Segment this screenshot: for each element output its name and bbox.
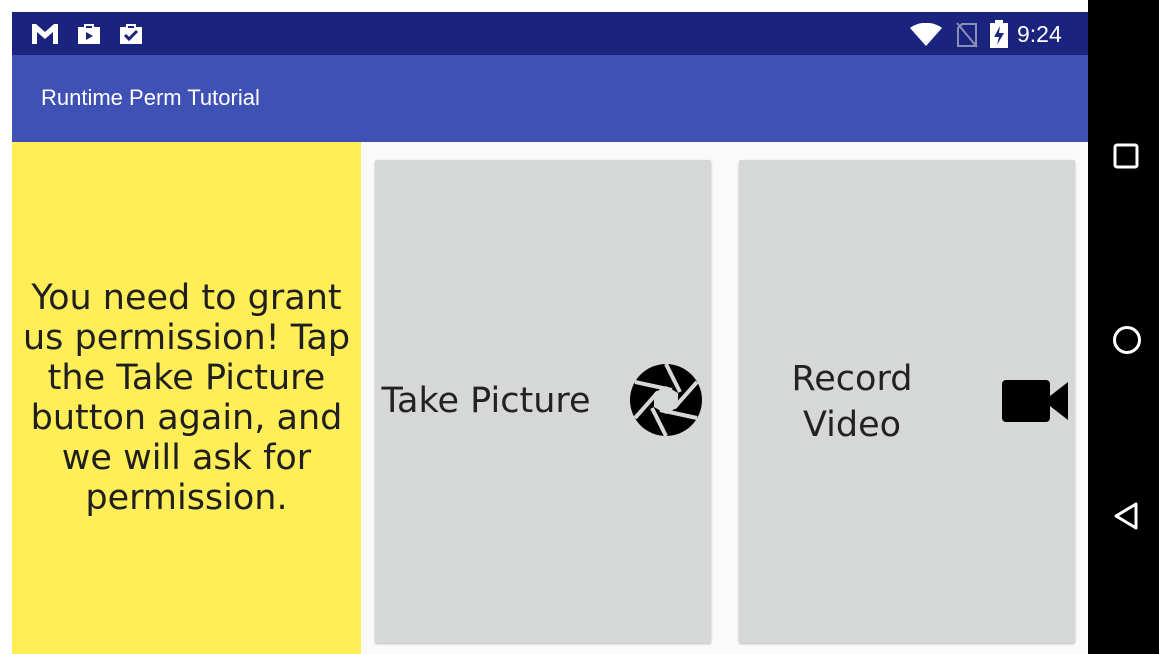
device-screen: 9:24 Runtime Perm Tutorial You need to g… — [12, 12, 1088, 654]
permission-message-panel: You need to grant us permission! Tap the… — [12, 142, 361, 654]
gmail-icon — [32, 24, 58, 44]
status-bar: 9:24 — [12, 12, 1088, 55]
home-circle-icon[interactable] — [1112, 325, 1142, 355]
record-video-button[interactable]: Record Video — [739, 160, 1075, 643]
app-bar: Runtime Perm Tutorial — [12, 55, 1088, 142]
record-video-label: Record Video — [791, 359, 913, 445]
no-sim-icon — [956, 22, 978, 48]
screen: 9:24 Runtime Perm Tutorial You need to g… — [0, 0, 1159, 654]
camera-shutter-icon — [630, 363, 702, 437]
recents-square-icon[interactable] — [1113, 143, 1139, 169]
permission-message: You need to grant us permission! Tap the… — [22, 278, 351, 518]
task-icon — [120, 24, 142, 44]
app-title: Runtime Perm Tutorial — [41, 85, 260, 110]
play-store-icon — [78, 24, 100, 44]
back-triangle-icon[interactable] — [1113, 501, 1139, 531]
navigation-bar — [1088, 0, 1159, 654]
status-time: 9:24 — [1017, 21, 1062, 47]
battery-charging-icon — [990, 20, 1008, 48]
take-picture-button[interactable]: Take Picture — [375, 160, 711, 643]
take-picture-label: Take Picture — [381, 381, 591, 421]
wifi-icon — [910, 23, 942, 46]
videocam-icon — [1002, 380, 1068, 422]
